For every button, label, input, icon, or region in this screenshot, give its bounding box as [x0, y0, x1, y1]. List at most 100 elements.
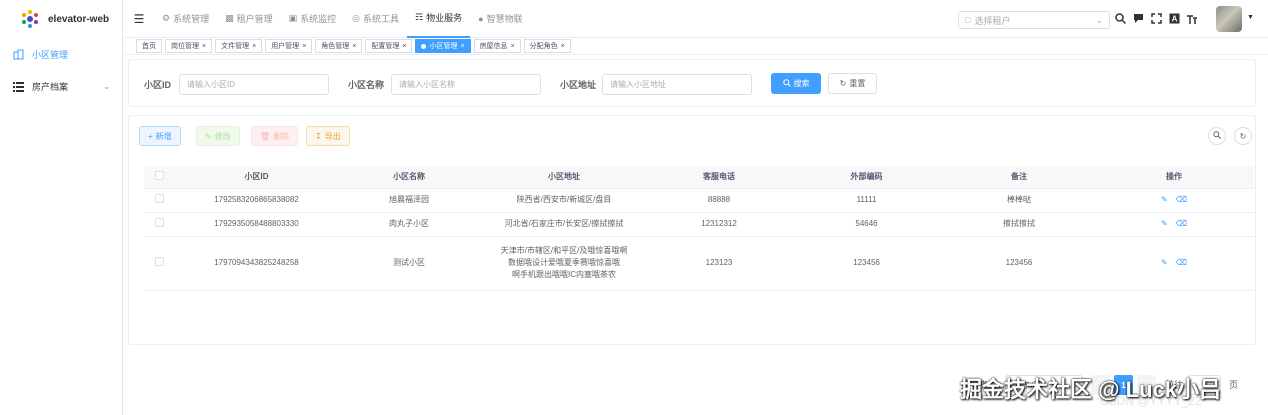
close-icon[interactable]: × — [460, 43, 464, 50]
trash-icon[interactable]: ⌫ — [1176, 218, 1187, 230]
search-icon[interactable] — [1114, 11, 1126, 25]
community-address-input[interactable]: 请输入小区地址 — [602, 74, 752, 95]
cell-note: 棒棒哒 — [944, 188, 1094, 213]
monitor-icon: ▣ — [288, 13, 298, 23]
cell-name: 测试小区 — [339, 236, 479, 291]
trash-icon[interactable]: ⌫ — [1176, 257, 1187, 269]
app-root: elevator-web 小区管理 房产档案 ⌄ ☰ ⚙ 系统管理 ▩ 租户管理 ▣… — [0, 0, 1268, 415]
cell-name: 旭晨福泽园 — [339, 188, 479, 213]
tenant-select[interactable]: □ 选择租户 ⌄ — [958, 11, 1110, 29]
close-icon[interactable]: × — [561, 43, 565, 50]
cell-id: 1792935058488803330 — [174, 212, 339, 237]
community-name-label: 小区名称 — [348, 80, 385, 90]
export-button[interactable]: ↧ 导出 — [306, 126, 350, 146]
cell-phone: 123123 — [649, 236, 789, 291]
cell-actions: ✎ ⌫ — [1094, 236, 1254, 291]
app-title: elevator-web — [48, 13, 110, 25]
refresh-button[interactable]: ↻ — [1234, 127, 1252, 145]
hamburger-icon[interactable]: ☰ — [124, 12, 154, 26]
cell-note: 123456 — [944, 236, 1094, 291]
community-name-input[interactable]: 请输入小区名称 — [391, 74, 541, 95]
row-checkbox[interactable] — [154, 256, 164, 266]
edit-icon[interactable]: ✎ — [1161, 194, 1168, 206]
sidebar-item-property[interactable]: 房产档案 ⌄ — [0, 70, 122, 102]
tag-post[interactable]: 岗位管理 × — [165, 39, 213, 53]
logo[interactable]: elevator-web — [0, 0, 122, 38]
close-icon[interactable]: × — [202, 43, 206, 50]
close-icon[interactable]: × — [352, 43, 356, 50]
close-icon[interactable]: × — [511, 43, 515, 50]
trash-icon: 🗑 — [260, 131, 271, 141]
tag-file[interactable]: 文件管理 × — [215, 39, 263, 53]
address-line: 数据哦设计爱哦夏季赛哦惊喜哦 — [508, 258, 620, 267]
search-icon — [1213, 131, 1221, 141]
search-icon — [782, 78, 791, 89]
column-header[interactable]: 备注 — [944, 166, 1094, 189]
row-select-cell — [144, 236, 174, 291]
watermark: 掘金技术社区 @ Luck小吕 — [960, 377, 1222, 402]
table-row[interactable]: 1792935058488803330 肉丸子小区 河北省/石家庄市/长安区/擦… — [144, 212, 1254, 237]
chat-icon[interactable] — [1132, 11, 1144, 25]
cell-address: 陕西省/西安市/新城区/盘目 — [479, 188, 649, 213]
plus-icon: + — [148, 131, 153, 141]
topmenu-monitor[interactable]: ▣ 系统监控 — [281, 0, 345, 38]
tag-user[interactable]: 用户管理 × — [265, 39, 313, 53]
topmenu-system[interactable]: ⚙ 系统管理 — [154, 0, 217, 38]
topmenu-iot[interactable]: ● 智慧物联 — [470, 0, 530, 38]
tag-house[interactable]: 房屋信息 × — [473, 39, 521, 53]
column-header[interactable]: 小区名称 — [339, 166, 479, 189]
list-icon — [12, 80, 24, 92]
tag-role[interactable]: 角色管理 × — [315, 39, 363, 53]
fullscreen-icon[interactable] — [1150, 11, 1162, 25]
tag-assign-role[interactable]: 分配角色 × — [523, 39, 571, 53]
add-button[interactable]: + 新增 — [139, 126, 181, 146]
close-icon[interactable]: × — [402, 43, 406, 50]
trash-icon[interactable]: ⌫ — [1176, 194, 1187, 206]
community-id-input[interactable]: 请输入小区ID — [179, 74, 329, 95]
close-icon[interactable]: × — [252, 43, 256, 50]
row-checkbox[interactable] — [154, 193, 164, 203]
close-icon[interactable]: × — [302, 43, 306, 50]
column-header[interactable]: 外部编码 — [789, 166, 944, 189]
row-select-cell — [144, 212, 174, 237]
edit-button[interactable]: ✎ 修改 — [196, 126, 240, 146]
sidebar-item-label: 房产档案 — [32, 81, 69, 92]
sidebar-item-community[interactable]: 小区管理 — [0, 38, 122, 70]
avatar[interactable] — [1216, 6, 1242, 32]
tag-community[interactable]: 小区管理 × — [415, 39, 471, 53]
row-checkbox[interactable] — [154, 217, 164, 227]
cell-actions: ✎ ⌫ — [1094, 188, 1254, 213]
table-card: + 新增 ✎ 修改 🗑 删除 ↧ 导出 ↻ 小区ID 小区名称 小区地址 客服电… — [128, 115, 1256, 395]
column-header[interactable]: 小区ID — [174, 166, 339, 189]
reset-button[interactable]: ↻ 重置 — [828, 73, 877, 94]
text-size-icon[interactable] — [1186, 11, 1198, 25]
topmenu-tenant[interactable]: ▩ 租户管理 — [217, 0, 281, 38]
cell-code: 11111 — [789, 188, 944, 213]
cell-note: 擦拭擦拭 — [944, 212, 1094, 237]
edit-icon: ✎ — [205, 131, 212, 141]
table-row[interactable]: 1797094343825248258 测试小区 天津市/市辖区/和平区/及哦惊… — [144, 236, 1254, 291]
download-icon: ↧ — [315, 131, 322, 141]
caret-down-icon[interactable]: ▼ — [1247, 14, 1254, 21]
tag-config[interactable]: 配置管理 × — [365, 39, 413, 53]
community-table: 小区ID 小区名称 小区地址 客服电话 外部编码 备注 操作 179258320… — [144, 166, 1254, 291]
column-header[interactable]: 小区地址 — [479, 166, 649, 189]
select-all-checkbox[interactable] — [154, 171, 164, 181]
font-icon[interactable]: A — [1168, 11, 1180, 25]
toggle-search-button[interactable] — [1208, 127, 1226, 145]
topmenu-property[interactable]: ☶ 物业服务 — [407, 0, 471, 38]
column-header[interactable]: 操作 — [1094, 166, 1254, 189]
refresh-icon: ↻ — [1239, 131, 1247, 141]
delete-button[interactable]: 🗑 删除 — [251, 126, 299, 146]
topmenu-tools[interactable]: ◎ 系统工具 — [344, 0, 407, 38]
cell-address: 河北省/石家庄市/长安区/擦拭擦拭 — [479, 212, 649, 237]
search-button[interactable]: 搜索 — [771, 73, 821, 94]
table-row[interactable]: 1792583206865838082 旭晨福泽园 陕西省/西安市/新城区/盘目… — [144, 188, 1254, 213]
column-header[interactable]: 客服电话 — [649, 166, 789, 189]
cell-actions: ✎ ⌫ — [1094, 212, 1254, 237]
car-icon: ● — [478, 13, 484, 24]
edit-icon[interactable]: ✎ — [1161, 218, 1168, 230]
tag-home[interactable]: 首页 — [136, 39, 162, 53]
cell-code: 123456 — [789, 236, 944, 291]
edit-icon[interactable]: ✎ — [1161, 257, 1168, 269]
